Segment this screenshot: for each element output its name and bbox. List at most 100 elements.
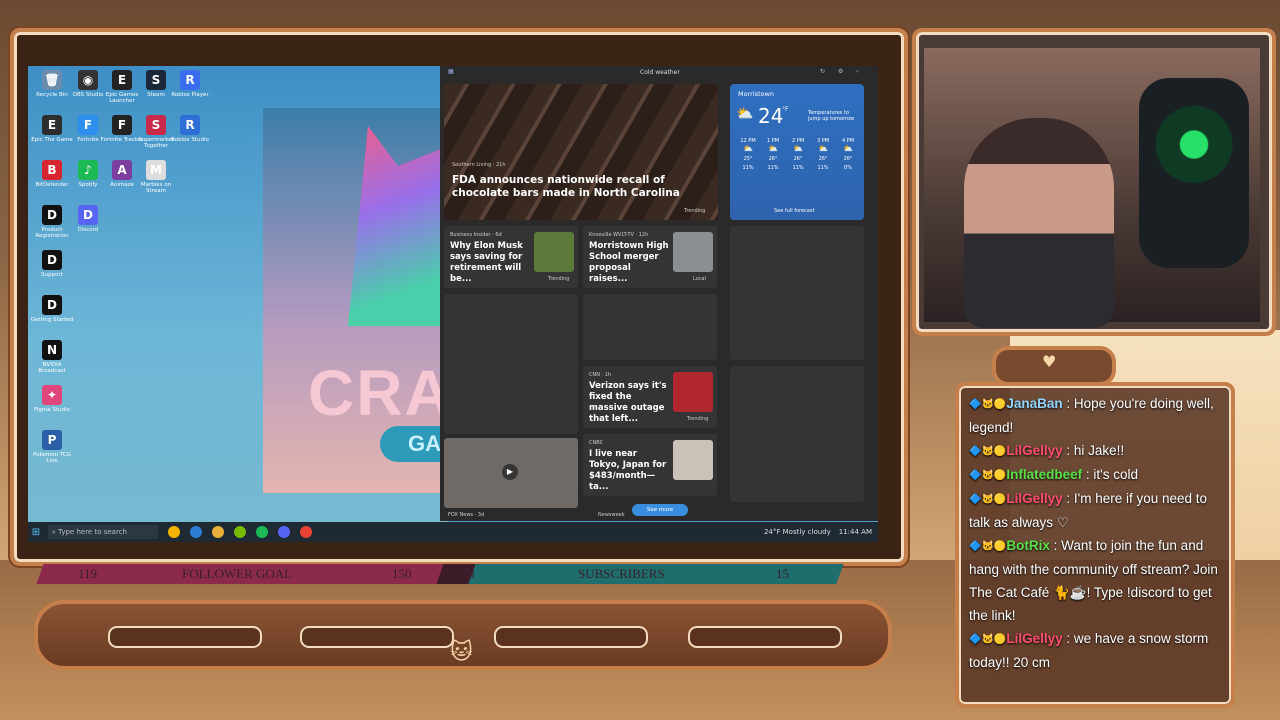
hour-precip: 11% [742,165,754,171]
sub-label: SUBSCRIBERS [578,566,665,581]
news-card[interactable]: Knoxville WVLT-TV · 12h Morristown High … [583,226,717,288]
news-card[interactable]: CNN · 1h Verizon says it's fixed the mas… [583,366,717,428]
badge-icons: 🔷🐱🟡 [969,633,1007,645]
desktop-icon[interactable]: P Pokemon TCG Live [30,430,74,464]
app-icon: E [112,70,132,90]
chat-username[interactable]: LilGellyy [1006,491,1062,506]
chevron-right-icon[interactable]: › [856,68,858,75]
chat-text: : hi Jake!! [1062,442,1125,458]
file-explorer-icon[interactable] [212,526,224,538]
weather-card[interactable]: Morristown ⛅ 24 °F Temperatures to jump … [730,84,864,220]
hourly-item: 1 PM ⛅ 26° 11% [761,138,785,171]
hour-precip: 11% [792,165,804,171]
hero-title: FDA announces nationwide recall of choco… [452,174,680,199]
chat-message: 🔷🐱🟡 BotRix : Want to join the fun and ha… [969,534,1221,627]
desktop-icon[interactable]: M Marbles on Stream [134,160,178,194]
app-icon: D [42,295,62,315]
app-icon: ✦ [42,385,62,405]
widgets-icon[interactable]: ▦ [448,68,454,75]
discord-icon[interactable] [278,526,290,538]
desktop-icon-label: Roblox Player [171,92,209,98]
news-card[interactable]: Business Insider · 6d Why Elon Musk says… [444,226,578,288]
card-source: CNN · 1h [589,372,612,378]
bottom-slot [300,626,454,648]
search-placeholder: Type here to search [58,528,127,536]
badge-icons: 🔷🐱🟡 [969,398,1007,410]
desktop-icon[interactable]: D Getting Started [30,295,74,323]
chat-message: 🔷🐱🟡 JanaBan : Hope you're doing well, le… [969,392,1221,439]
app-icon: D [42,205,62,225]
chrome-icon[interactable] [300,526,312,538]
chat-username[interactable]: Inflatedbeef [1006,467,1082,482]
video-card[interactable]: ▶ [444,438,578,508]
hero-news-card[interactable]: Southern Living · 21h FDA announces nati… [444,84,718,220]
weather-unit: °F [782,106,789,113]
empty-card [583,294,717,360]
refresh-icon[interactable]: ↻ [820,68,825,75]
heart-icon: ♥ [1042,352,1057,371]
newsweek-source: Newsweek [598,512,625,518]
taskbar-weather[interactable]: 24°F Mostly cloudy [764,528,831,536]
app-icon: S [146,115,166,135]
edge-icon[interactable] [190,526,202,538]
see-more-button[interactable]: See more [632,504,688,516]
desktop-icon[interactable]: D Support [30,250,74,278]
spotify-icon[interactable] [256,526,268,538]
hour-temp: 25° [743,156,753,162]
app-icon: R [180,70,200,90]
webcam-feed [924,48,1260,328]
card-source: Knoxville WVLT-TV · 12h [589,232,649,238]
desktop-icon[interactable]: ✦ Figma Studio [30,385,74,413]
desktop-icon[interactable]: R Roblox Player [168,70,212,98]
desktop-icon-label: Discord [77,227,99,233]
card-thumbnail [534,232,574,272]
follower-label: FOLLOWER GOAL [182,566,293,581]
play-icon[interactable]: ▶ [502,464,518,480]
windows-start-icon[interactable]: ⊞ [28,527,44,538]
desktop-icon-label: Getting Started [30,317,74,323]
desktop-icon-label: Pokemon TCG Live [33,452,71,464]
copilot-icon[interactable] [168,526,180,538]
weather-note: Temperatures to jump up tomorrow [808,110,855,122]
app-icon: E [42,115,62,135]
chat-message: 🔷🐱🟡 LilGellyy : I'm here if you need to … [969,487,1221,534]
desktop-icon[interactable]: N NVIDIA Broadcast [30,340,74,374]
hero-source: Southern Living · 21h [452,162,506,168]
taskbar-time[interactable]: 11:44 AM [839,528,872,536]
goal-labels: 119 FOLLOWER GOAL 150 8 SUBSCRIBERS 15 [40,564,840,584]
card-title: I live near Tokyo, Japan for $483/month—… [589,449,667,492]
badge-icons: 🔷🐱🟡 [969,469,1007,481]
chat-username[interactable]: BotRix [1006,538,1050,553]
chat-username[interactable]: LilGellyy [1006,443,1062,458]
bottom-slot [108,626,262,648]
news-widget-panel: ▦ Cold weather ↻ ⚙ › Southern Living · 2… [440,66,878,521]
nvidia-icon[interactable] [234,526,246,538]
app-icon: D [42,250,62,270]
weather-location: Morristown [738,90,774,98]
hourly-item: 3 PM ⛅ 26° 11% [811,138,835,171]
chat-message: 🔷🐱🟡 LilGellyy : hi Jake!! [969,439,1221,463]
card-tag: Trending [548,276,570,282]
desktop-icon-label: Roblox Studio [171,137,209,143]
chat-username[interactable]: JanaBan [1006,396,1062,411]
desktop-icon[interactable]: R Roblox Studio [168,115,212,143]
news-header: ▦ Cold weather ↻ ⚙ › [440,66,878,80]
card-thumbnail [673,440,713,480]
taskbar-search[interactable]: ⌕ Type here to search [48,525,158,539]
app-icon: S [146,70,166,90]
desktop-icon[interactable]: D Discord [66,205,110,233]
sub-target: 15 [776,566,789,581]
news-card[interactable]: CNBC I live near Tokyo, Japan for $483/m… [583,434,717,496]
chat-username[interactable]: LilGellyy [1006,631,1062,646]
app-icon: ◉ [78,70,98,90]
bottom-slot [688,626,842,648]
gear-icon[interactable]: ⚙ [838,68,843,75]
hour-precip: 11% [767,165,779,171]
hour-temp: 26° [843,156,853,162]
hero-tag: Trending [684,208,706,214]
hourly-item: 2 PM ⛅ 26° 11% [786,138,810,171]
full-forecast-link[interactable]: See full forecast [774,208,814,214]
chat-message: 🔷🐱🟡 Inflatedbeef : it's cold [969,463,1221,487]
webcam-frame [912,28,1276,336]
desktop: CRAZ GA 🗑 Recycle Bin E Epic The Game B BitDe… [28,66,878,536]
